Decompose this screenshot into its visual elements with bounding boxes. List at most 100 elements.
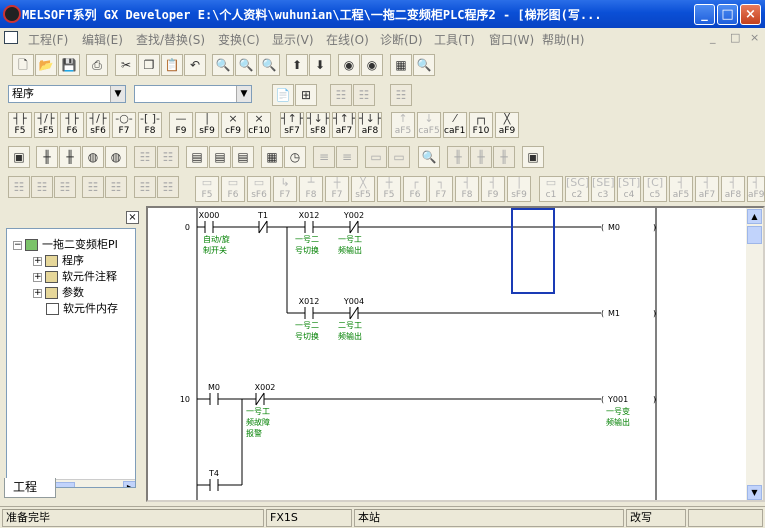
app-icon[interactable] — [3, 5, 21, 23]
print-icon[interactable]: ⎙ — [86, 54, 108, 76]
fkey-delete-vertical[interactable]: × cF10 — [247, 112, 271, 138]
minimize-button[interactable]: _ — [694, 4, 715, 25]
statement-edit-icon[interactable]: ▤ — [209, 146, 231, 168]
sfc-fkey-13[interactable]: │ sF9 — [507, 176, 531, 202]
fkey-falling-edge[interactable]: ┤↓├ sF8 — [306, 112, 330, 138]
maximize-button[interactable]: □ — [717, 4, 738, 25]
step-search-icon[interactable]: 🔍 — [258, 54, 280, 76]
save-icon[interactable]: 💾 — [58, 54, 80, 76]
menu-edit[interactable]: 编辑(E) — [82, 31, 123, 48]
fkey-closed-contact[interactable]: ┤├ F6 — [60, 112, 84, 138]
fkey-rising-edge[interactable]: ┤↑├ sF7 — [280, 112, 304, 138]
expand-icon[interactable]: + — [33, 272, 42, 282]
write-plc-icon[interactable]: ⬆ — [286, 54, 308, 76]
fkey-parallel-falling-edge[interactable]: ┤↓├ aF8 — [358, 112, 382, 138]
trace-3-icon[interactable]: ╫ — [493, 146, 515, 168]
scroll-down-icon[interactable]: ▼ — [747, 485, 762, 500]
sfc-fkey-21[interactable]: ┤ aF8 — [721, 176, 745, 202]
expand-icon[interactable]: + — [33, 256, 42, 266]
fkey-line-delete[interactable]: ╳ aF9 — [495, 112, 519, 138]
fkey-application-instruction[interactable]: -[ ]- F8 — [138, 112, 162, 138]
test-icon[interactable]: ▦ — [390, 54, 412, 76]
tool-c-icon[interactable]: ☷ — [54, 176, 76, 198]
tool-g-icon[interactable]: ☷ — [157, 176, 179, 198]
tool-b-icon[interactable]: ☷ — [31, 176, 53, 198]
sfc-fkey-10[interactable]: ┐ F7 — [429, 176, 453, 202]
copy-icon[interactable]: ❐ — [138, 54, 160, 76]
verify-icon[interactable]: 🔍 — [413, 54, 435, 76]
sfc-fkey-20[interactable]: ┤ aF7 — [695, 176, 719, 202]
list-mode-icon[interactable]: 📄 — [272, 84, 294, 106]
sfc-monitor-icon[interactable]: ☷ — [157, 146, 179, 168]
device-batch-icon[interactable]: ▦ — [261, 146, 283, 168]
fkey-parallel-rising-edge[interactable]: ┤↑├ aF7 — [332, 112, 356, 138]
comment-icon[interactable]: ☷ — [330, 84, 352, 106]
menu-find-replace[interactable]: 查找/替换(S) — [136, 31, 205, 48]
menu-tools[interactable]: 工具(T) — [434, 31, 475, 48]
sfc-fkey-14[interactable]: ▭ c1 — [539, 176, 563, 202]
sfc-fkey-5[interactable]: ┴ F8 — [299, 176, 323, 202]
sfc-fkey-11[interactable]: ┤ F8 — [455, 176, 479, 202]
tool-f-icon[interactable]: ☷ — [134, 176, 156, 198]
tree-root[interactable]: − 一拖二变频柜PI — [13, 237, 118, 253]
sfc-fkey-8[interactable]: ┼ F5 — [377, 176, 401, 202]
cut-icon[interactable]: ✂ — [115, 54, 137, 76]
trace-icon[interactable]: ╫ — [447, 146, 469, 168]
trace-2-icon[interactable]: ╫ — [470, 146, 492, 168]
fkey-parallel-open-contact[interactable]: ┤/├ sF5 — [34, 112, 58, 138]
sfc-fkey-3[interactable]: ▭ sF6 — [247, 176, 271, 202]
sfc-fkey-4[interactable]: ↳ F7 — [273, 176, 297, 202]
tree-item-device-comment[interactable]: + 软元件注释 — [33, 269, 117, 285]
zoom-out-icon[interactable]: ▭ — [365, 146, 387, 168]
document-icon[interactable] — [4, 31, 18, 44]
sfc-icon[interactable]: ☷ — [134, 146, 156, 168]
note-edit-icon[interactable]: ▤ — [232, 146, 254, 168]
fkey-open-contact[interactable]: ┤├ F5 — [8, 112, 32, 138]
collapse-icon[interactable]: − — [13, 240, 22, 250]
ladder-write-icon[interactable]: ╫ — [59, 146, 81, 168]
monitor-mode-icon[interactable]: ◍ — [82, 146, 104, 168]
instruction-search-icon[interactable]: 🔍 — [235, 54, 257, 76]
tree-item-program[interactable]: + 程序 — [33, 253, 84, 269]
sfc-fkey-2[interactable]: ▭ F6 — [221, 176, 245, 202]
new-file-icon[interactable]: 🗋 — [12, 54, 34, 76]
fkey-delete-horizontal[interactable]: × cF9 — [221, 112, 245, 138]
menu-project[interactable]: 工程(F) — [28, 31, 68, 48]
note-icon[interactable]: ☷ — [390, 84, 412, 106]
fkey-vertical-line[interactable]: │ sF9 — [195, 112, 219, 138]
paste-icon[interactable]: 📋 — [161, 54, 183, 76]
tab-project[interactable]: 工程 — [4, 478, 56, 498]
menu-diagnose[interactable]: 诊断(D) — [380, 31, 423, 48]
close-icon[interactable]: × — [126, 211, 139, 224]
sfc-fkey-7[interactable]: ╳ sF5 — [351, 176, 375, 202]
fkey-parallel-closed-contact[interactable]: ┤/├ sF6 — [86, 112, 110, 138]
sfc-fkey-6[interactable]: ┼ F7 — [325, 176, 349, 202]
read-plc-icon[interactable]: ⬇ — [309, 54, 331, 76]
sfc-fkey-22[interactable]: ┤ aF9 — [747, 176, 765, 202]
ladder-diagram[interactable]: 0 X000 自动/旋 制开关 T1 X012 一号二 号切换 Y002 一号工… — [148, 208, 748, 502]
mdi-minimize-button[interactable]: _ — [710, 31, 716, 44]
comment-edit-icon[interactable]: ▤ — [186, 146, 208, 168]
mdi-restore-button[interactable]: □ — [730, 31, 740, 44]
device-search-icon[interactable]: 🔍 — [212, 54, 234, 76]
tree-mode-icon[interactable]: ⊞ — [295, 84, 317, 106]
entry-monitor-icon[interactable]: ◷ — [284, 146, 306, 168]
menu-window[interactable]: 窗口(W) — [489, 31, 534, 48]
editor-vertical-scrollbar[interactable]: ▲ ▼ — [746, 208, 763, 500]
scroll-up-icon[interactable]: ▲ — [747, 209, 762, 224]
sfc-fkey-18[interactable]: [C] c5 — [643, 176, 667, 202]
plc-icon[interactable]: ▣ — [8, 146, 30, 168]
menu-online[interactable]: 在线(O) — [326, 31, 369, 48]
menu-view[interactable]: 显示(V) — [272, 31, 314, 48]
monitor-write-icon[interactable]: ◉ — [361, 54, 383, 76]
tree-item-parameter[interactable]: + 参数 — [33, 285, 84, 301]
fkey-coil[interactable]: -○- F7 — [112, 112, 136, 138]
fkey-operation-rising[interactable]: ↑ aF5 — [391, 112, 415, 138]
scroll-thumb[interactable] — [747, 226, 762, 244]
scroll-right-icon[interactable]: ▶ — [123, 481, 135, 487]
sfc-fkey-16[interactable]: [SE] c3 — [591, 176, 615, 202]
sfc-fkey-17[interactable]: [ST] c4 — [617, 176, 641, 202]
find-icon[interactable]: 🔍 — [418, 146, 440, 168]
menu-convert[interactable]: 变换(C) — [218, 31, 260, 48]
parameter-check-icon[interactable]: ≡ — [336, 146, 358, 168]
